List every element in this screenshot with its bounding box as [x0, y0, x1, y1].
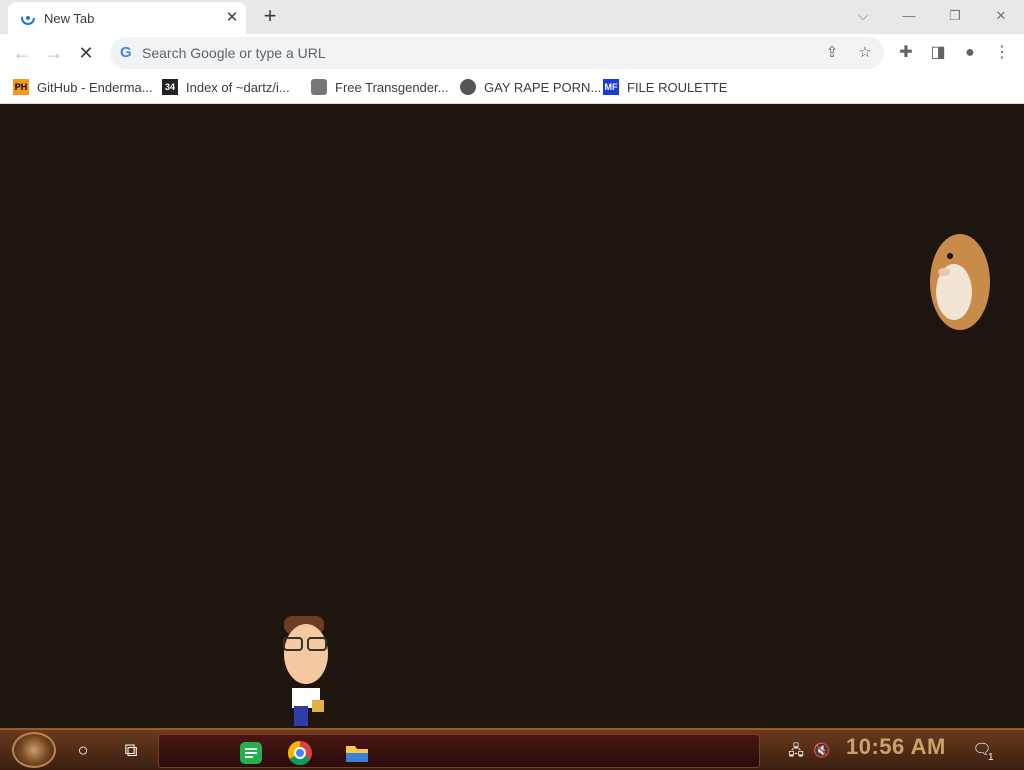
hamster-image: [930, 234, 990, 330]
share-icon[interactable]: ⇪: [822, 43, 842, 63]
chrome-icon[interactable]: [286, 739, 314, 767]
file-explorer-icon[interactable]: [343, 739, 371, 767]
extensions-puzzle-icon[interactable]: ✚: [894, 41, 918, 65]
task-view-icon[interactable]: ⧉: [117, 736, 145, 764]
tab-new-tab[interactable]: New Tab ✕: [8, 2, 246, 34]
google-g-icon: G: [120, 44, 132, 61]
ph-icon: PH: [13, 79, 29, 95]
restore-button[interactable]: ❐: [940, 2, 970, 30]
bookmark-item[interactable]: GAY RAPE PORN...: [460, 76, 601, 98]
bookmark-item[interactable]: 34 Index of ~dartz/i...: [162, 76, 290, 98]
taskbar-app-area: [158, 734, 760, 768]
loading-favicon-icon: [21, 11, 35, 25]
bookmark-star-icon[interactable]: ☆: [855, 43, 875, 63]
profile-avatar-icon[interactable]: ●: [958, 41, 982, 65]
bookmark-item[interactable]: MF FILE ROULETTE: [603, 76, 727, 98]
tab-close-icon[interactable]: ✕: [222, 8, 242, 28]
close-window-button[interactable]: ✕: [986, 2, 1016, 30]
address-bar-input[interactable]: [142, 37, 782, 69]
bookmark-label: Index of ~dartz/i...: [186, 79, 290, 95]
network-icon[interactable]: 🖧: [782, 736, 810, 764]
tab-strip: New Tab ✕ + ⌵ — ❐ ✕: [0, 0, 1024, 34]
minimize-button[interactable]: —: [894, 2, 924, 30]
bookmarks-bar: PH GitHub - Enderma... 34 Index of ~dart…: [0, 72, 1024, 104]
start-button[interactable]: [12, 732, 56, 768]
back-button[interactable]: ←: [9, 40, 35, 66]
stop-loading-button[interactable]: ✕: [73, 40, 99, 66]
taskbar-clock[interactable]: 10:56 AM: [846, 734, 946, 760]
volume-muted-icon[interactable]: 🔇: [808, 736, 836, 764]
side-panel-icon[interactable]: ◨: [926, 41, 950, 65]
globe-icon: [460, 79, 476, 95]
stamp-icon: [311, 79, 327, 95]
taskbar: ○ ⧉ 🖧 🔇 🗨 1 10:56 AM: [0, 728, 1024, 770]
bookmark-label: GitHub - Enderma...: [37, 79, 153, 95]
bookmark-item[interactable]: PH GitHub - Enderma...: [13, 76, 153, 98]
browser-toolbar: ← → ✕ G ⇪ ☆ ✚ ◨ ● ⋮: [0, 34, 1024, 72]
cartoon-man-image: [283, 616, 328, 726]
cortana-search-icon[interactable]: ○: [69, 736, 97, 764]
tab-title: New Tab: [44, 11, 95, 26]
new-tab-button[interactable]: +: [258, 5, 282, 29]
bookmark-label: GAY RAPE PORN...: [484, 79, 602, 95]
omnibox[interactable]: G ⇪ ☆: [110, 37, 884, 69]
notification-count: 1: [988, 752, 994, 763]
bookmark-label: Free Transgender...: [335, 79, 449, 95]
tab-search-chevron-icon[interactable]: ⌵: [848, 2, 878, 30]
notes-app-icon[interactable]: [237, 739, 265, 767]
page-content: [0, 104, 1024, 728]
grid-icon: 34: [162, 79, 178, 95]
file-roulette-icon: MF: [603, 79, 619, 95]
bookmark-label: FILE ROULETTE: [627, 79, 728, 95]
menu-kebab-icon[interactable]: ⋮: [990, 41, 1014, 65]
bookmark-item[interactable]: Free Transgender...: [311, 76, 448, 98]
forward-button[interactable]: →: [41, 40, 67, 66]
